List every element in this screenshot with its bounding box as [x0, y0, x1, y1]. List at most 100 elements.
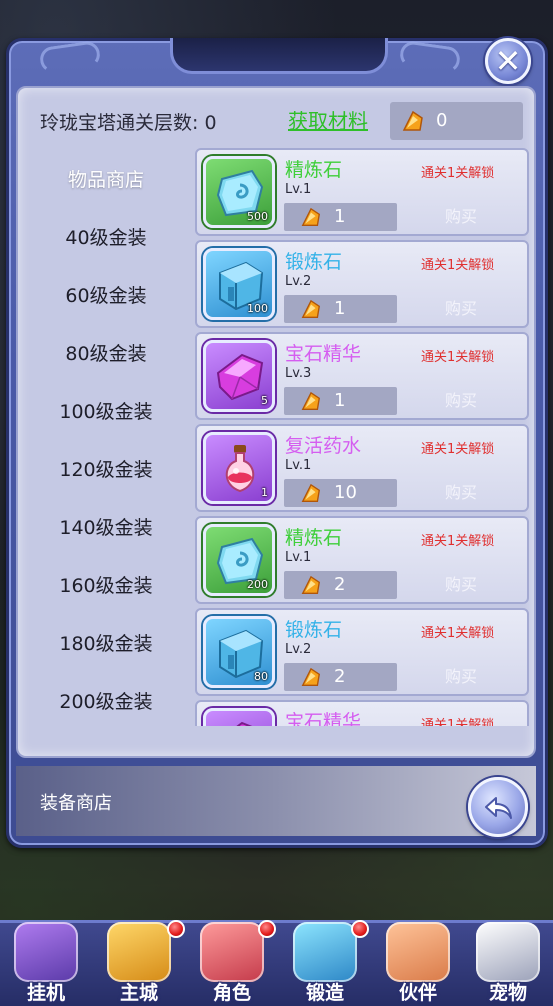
- buy-button[interactable]: 购买: [445, 295, 477, 319]
- item-icon-frame[interactable]: 200: [203, 524, 275, 596]
- shop-item-card: 100 锻炼石 Lv.2 1 通关1关解锁购买: [195, 240, 529, 328]
- item-level: Lv.3: [285, 366, 312, 381]
- sword-icon: [14, 922, 78, 982]
- nav-item[interactable]: 锻造: [279, 920, 371, 1006]
- item-icon-frame[interactable]: 100: [203, 248, 275, 320]
- amber-gem-icon: [301, 575, 321, 595]
- nav-item[interactable]: 宠物: [462, 920, 553, 1006]
- item-quantity: 100: [247, 302, 268, 315]
- item-name: 精炼石: [285, 159, 343, 181]
- close-icon: ✕: [494, 42, 522, 80]
- item-price: 1: [284, 387, 397, 415]
- category-tab[interactable]: 120级金装: [46, 455, 166, 482]
- item-quantity: 80: [254, 670, 268, 683]
- buy-button[interactable]: 购买: [445, 387, 477, 411]
- item-list[interactable]: 500 精炼石 Lv.1 1 通关1关解锁 购买 100 锻炼石 Lv.2 1 通关1关解锁 购买 5 宝…: [195, 148, 531, 726]
- item-quantity: 200: [247, 578, 268, 591]
- amber-gem-icon: [301, 391, 321, 411]
- category-tab[interactable]: 200级金装: [46, 687, 166, 714]
- buy-button[interactable]: 购买: [445, 203, 477, 227]
- item-level: Lv.1: [285, 458, 312, 473]
- item-icon-frame[interactable]: 500: [203, 156, 275, 228]
- nav-item[interactable]: 角色: [186, 920, 278, 1006]
- nav-item[interactable]: 主城: [93, 920, 185, 1006]
- category-tab[interactable]: 40级金装: [46, 223, 166, 250]
- nav-item[interactable]: 伙伴: [372, 920, 464, 1006]
- item-name: 宝石精华: [285, 711, 362, 726]
- nav-label: 锻造: [305, 982, 344, 1004]
- unlock-requirement: 通关1关解锁: [421, 718, 495, 726]
- item-icon-frame[interactable]: [203, 708, 275, 726]
- unlock-requirement: 通关1关解锁: [421, 350, 495, 365]
- hammer-icon: [293, 922, 357, 982]
- frame-top-ornament: [170, 38, 388, 74]
- item-quantity: 5: [261, 394, 268, 407]
- nav-label: 挂机: [26, 982, 65, 1004]
- castle-icon: [107, 922, 171, 982]
- back-arrow-icon: [485, 797, 512, 819]
- notification-badge: [351, 920, 369, 938]
- nav-label: 角色: [212, 982, 251, 1004]
- unlock-requirement: 通关1关解锁: [421, 626, 495, 641]
- equipment-shop-tab[interactable]: 装备商店: [40, 789, 112, 815]
- item-icon-frame[interactable]: 5: [203, 340, 275, 412]
- nav-item[interactable]: 挂机: [0, 920, 92, 1006]
- item-price: 1: [284, 203, 397, 231]
- unlock-requirement: 通关1关解锁: [421, 258, 495, 273]
- buy-button[interactable]: 购买: [445, 663, 477, 687]
- item-price: 2: [284, 663, 397, 691]
- amber-gem-icon: [402, 110, 423, 131]
- shop-item-card: 500 精炼石 Lv.1 1 通关1关解锁 购买: [195, 148, 529, 236]
- nav-label: 伙伴: [398, 982, 437, 1004]
- category-tab[interactable]: 80级金装: [46, 339, 166, 366]
- amber-gem-icon: [301, 299, 321, 319]
- amber-gem-icon: [301, 667, 321, 687]
- nav-label: 宠物: [488, 982, 527, 1004]
- item-quantity: 500: [247, 210, 268, 223]
- item-name: 精炼石: [285, 527, 343, 549]
- nav-label: 主城: [119, 982, 158, 1004]
- amber-gem-icon: [301, 207, 321, 227]
- buy-button[interactable]: 购买: [445, 479, 477, 503]
- item-name: 复活药水: [285, 435, 362, 457]
- item-name: 宝石精华: [285, 343, 362, 365]
- item-icon-frame[interactable]: 1: [203, 432, 275, 504]
- unlock-requirement: 通关1关解锁: [421, 166, 495, 181]
- item-price: 2: [284, 571, 397, 599]
- item-price-value: 10: [334, 482, 357, 503]
- currency-value: 0: [436, 110, 448, 131]
- shop-item-card: 5 宝石精华 Lv.3 1 通关1关解锁购买: [195, 332, 529, 420]
- character-icon: [200, 922, 264, 982]
- amber-gem-icon: [301, 483, 321, 503]
- item-price: 1: [284, 295, 397, 323]
- notification-badge: [167, 920, 185, 938]
- back-button[interactable]: [468, 777, 528, 837]
- panda-icon: [476, 922, 540, 982]
- category-tab[interactable]: 物品商店: [46, 165, 166, 192]
- item-level: Lv.2: [285, 274, 312, 289]
- get-materials-link[interactable]: 获取材料: [288, 105, 368, 134]
- partners-icon: [386, 922, 450, 982]
- unlock-requirement: 通关1关解锁: [421, 442, 495, 457]
- category-tab[interactable]: 180级金装: [46, 629, 166, 656]
- category-tab[interactable]: 100级金装: [46, 397, 166, 424]
- shop-item-card: 80 锻炼石 Lv.2 2 通关1关解锁 购买: [195, 608, 529, 696]
- notification-badge: [258, 920, 276, 938]
- shop-item-card: 200 精炼石 Lv.1 2 通关1关解锁 购买: [195, 516, 529, 604]
- item-price-value: 2: [334, 574, 346, 595]
- shop-item-card: 1 复活药水 Lv.1 10 通关1关解锁购买: [195, 424, 529, 512]
- shop-item-card: 宝石精华 通关1关解锁: [195, 700, 529, 726]
- item-icon-frame[interactable]: 80: [203, 616, 275, 688]
- item-price-value: 1: [334, 390, 346, 411]
- item-price-value: 2: [334, 666, 346, 687]
- category-tab[interactable]: 60级金装: [46, 281, 166, 308]
- buy-button[interactable]: 购买: [445, 571, 477, 595]
- item-level: Lv.2: [285, 642, 312, 657]
- item-quantity: 1: [261, 486, 268, 499]
- item-level: Lv.1: [285, 550, 312, 565]
- currency-display: 0: [390, 102, 523, 140]
- category-tab[interactable]: 160级金装: [46, 571, 166, 598]
- category-tab[interactable]: 140级金装: [46, 513, 166, 540]
- item-name: 锻炼石: [285, 251, 343, 273]
- close-button[interactable]: ✕: [485, 38, 531, 84]
